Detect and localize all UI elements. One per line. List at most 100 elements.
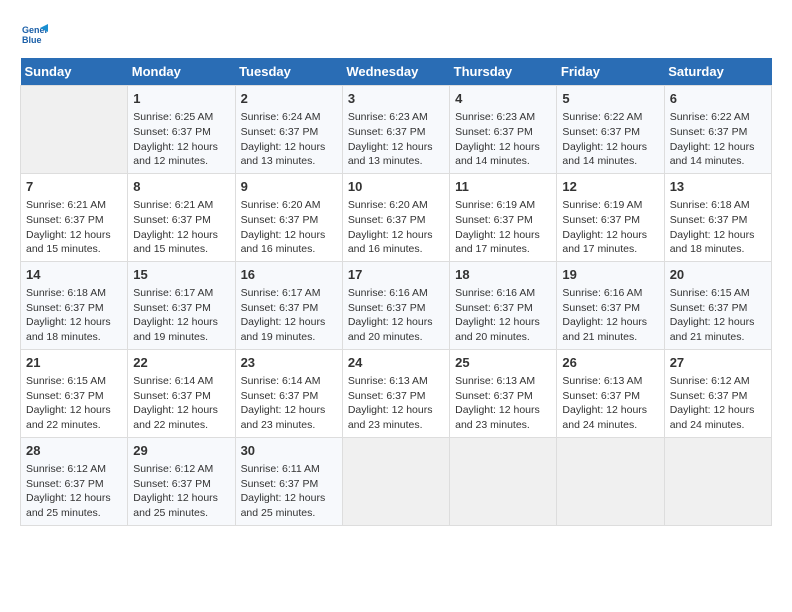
page-header: General Blue: [20, 20, 772, 48]
day-number: 7: [26, 178, 122, 196]
calendar-cell: 30 Sunrise: 6:11 AM Sunset: 6:37 PM Dayli…: [235, 437, 342, 525]
day-number: 22: [133, 354, 229, 372]
calendar-cell: 11Sunrise: 6:19 AM Sunset: 6:37 PM Dayli…: [450, 173, 557, 261]
calendar-cell: [450, 437, 557, 525]
day-number: 30: [241, 442, 337, 460]
header-saturday: Saturday: [664, 58, 771, 86]
day-detail: Sunrise: 6:23 AM Sunset: 6:37 PM Dayligh…: [348, 110, 444, 169]
day-number: 17: [348, 266, 444, 284]
day-number: 24: [348, 354, 444, 372]
day-detail: Sunrise: 6:21 AM Sunset: 6:37 PM Dayligh…: [26, 198, 122, 257]
calendar-cell: 2 Sunrise: 6:24 AM Sunset: 6:37 PM Daylig…: [235, 86, 342, 174]
day-number: 28: [26, 442, 122, 460]
day-number: 9: [241, 178, 337, 196]
day-number: 20: [670, 266, 766, 284]
day-detail: Sunrise: 6:18 AM Sunset: 6:37 PM Dayligh…: [26, 286, 122, 345]
calendar-table: SundayMondayTuesdayWednesdayThursdayFrid…: [20, 58, 772, 526]
day-detail: Sunrise: 6:14 AM Sunset: 6:37 PM Dayligh…: [241, 374, 337, 433]
day-number: 3: [348, 90, 444, 108]
week-row-1: 1 Sunrise: 6:25 AM Sunset: 6:37 PM Daylig…: [21, 86, 772, 174]
day-number: 29: [133, 442, 229, 460]
calendar-cell: 27 Sunrise: 6:12 AM Sunset: 6:37 PM Dayli…: [664, 349, 771, 437]
day-number: 4: [455, 90, 551, 108]
header-monday: Monday: [128, 58, 235, 86]
calendar-cell: 18 Sunrise: 6:16 AM Sunset: 6:37 PM Dayli…: [450, 261, 557, 349]
day-detail: Sunrise: 6:18 AM Sunset: 6:37 PM Dayligh…: [670, 198, 766, 257]
day-detail: Sunrise: 6:16 AM Sunset: 6:37 PM Dayligh…: [562, 286, 658, 345]
calendar-cell: 20 Sunrise: 6:15 AM Sunset: 6:37 PM Dayli…: [664, 261, 771, 349]
day-number: 21: [26, 354, 122, 372]
calendar-cell: 10Sunrise: 6:20 AM Sunset: 6:37 PM Dayli…: [342, 173, 449, 261]
calendar-cell: [557, 437, 664, 525]
day-detail: Sunrise: 6:12 AM Sunset: 6:37 PM Dayligh…: [670, 374, 766, 433]
day-detail: Sunrise: 6:13 AM Sunset: 6:37 PM Dayligh…: [455, 374, 551, 433]
day-number: 8: [133, 178, 229, 196]
calendar-cell: 9 Sunrise: 6:20 AM Sunset: 6:37 PM Daylig…: [235, 173, 342, 261]
calendar-cell: 24 Sunrise: 6:13 AM Sunset: 6:37 PM Dayli…: [342, 349, 449, 437]
week-row-3: 14Sunrise: 6:18 AM Sunset: 6:37 PM Dayli…: [21, 261, 772, 349]
day-number: 23: [241, 354, 337, 372]
calendar-cell: 4 Sunrise: 6:23 AM Sunset: 6:37 PM Daylig…: [450, 86, 557, 174]
day-detail: Sunrise: 6:12 AM Sunset: 6:37 PM Dayligh…: [133, 462, 229, 521]
day-detail: Sunrise: 6:16 AM Sunset: 6:37 PM Dayligh…: [455, 286, 551, 345]
day-number: 11: [455, 178, 551, 196]
day-number: 1: [133, 90, 229, 108]
day-number: 25: [455, 354, 551, 372]
week-row-4: 21 Sunrise: 6:15 AM Sunset: 6:37 PM Dayli…: [21, 349, 772, 437]
day-detail: Sunrise: 6:11 AM Sunset: 6:37 PM Dayligh…: [241, 462, 337, 521]
calendar-cell: [664, 437, 771, 525]
day-number: 18: [455, 266, 551, 284]
logo: General Blue: [20, 20, 52, 48]
day-number: 6: [670, 90, 766, 108]
calendar-cell: 26Sunrise: 6:13 AM Sunset: 6:37 PM Dayli…: [557, 349, 664, 437]
calendar-cell: 8 Sunrise: 6:21 AM Sunset: 6:37 PM Daylig…: [128, 173, 235, 261]
calendar-cell: [342, 437, 449, 525]
calendar-cell: 15Sunrise: 6:17 AM Sunset: 6:37 PM Dayli…: [128, 261, 235, 349]
day-detail: Sunrise: 6:13 AM Sunset: 6:37 PM Dayligh…: [562, 374, 658, 433]
day-detail: Sunrise: 6:22 AM Sunset: 6:37 PM Dayligh…: [670, 110, 766, 169]
day-number: 10: [348, 178, 444, 196]
day-number: 19: [562, 266, 658, 284]
day-detail: Sunrise: 6:25 AM Sunset: 6:37 PM Dayligh…: [133, 110, 229, 169]
calendar-cell: 22 Sunrise: 6:14 AM Sunset: 6:37 PM Dayli…: [128, 349, 235, 437]
day-detail: Sunrise: 6:14 AM Sunset: 6:37 PM Dayligh…: [133, 374, 229, 433]
day-detail: Sunrise: 6:15 AM Sunset: 6:37 PM Dayligh…: [26, 374, 122, 433]
day-number: 13: [670, 178, 766, 196]
header-thursday: Thursday: [450, 58, 557, 86]
header-wednesday: Wednesday: [342, 58, 449, 86]
calendar-cell: 28Sunrise: 6:12 AM Sunset: 6:37 PM Dayli…: [21, 437, 128, 525]
header-sunday: Sunday: [21, 58, 128, 86]
day-detail: Sunrise: 6:15 AM Sunset: 6:37 PM Dayligh…: [670, 286, 766, 345]
day-detail: Sunrise: 6:22 AM Sunset: 6:37 PM Dayligh…: [562, 110, 658, 169]
svg-text:Blue: Blue: [22, 35, 42, 45]
week-row-5: 28 Sunrise: 6:12 AM Sunset: 6:37 PM Dayli…: [21, 437, 772, 525]
calendar-cell: 29 Sunrise: 6:12 AM Sunset: 6:37 PM Dayli…: [128, 437, 235, 525]
day-detail: Sunrise: 6:19 AM Sunset: 6:37 PM Dayligh…: [562, 198, 658, 257]
week-row-2: 7 Sunrise: 6:21 AM Sunset: 6:37 PM Daylig…: [21, 173, 772, 261]
calendar-cell: 25 Sunrise: 6:13 AM Sunset: 6:37 PM Dayli…: [450, 349, 557, 437]
calendar-cell: 23 Sunrise: 6:14 AM Sunset: 6:37 PM Dayli…: [235, 349, 342, 437]
calendar-cell: 19 Sunrise: 6:16 AM Sunset: 6:37 PM Dayli…: [557, 261, 664, 349]
header-friday: Friday: [557, 58, 664, 86]
calendar-cell: [21, 86, 128, 174]
day-number: 12: [562, 178, 658, 196]
calendar-cell: 5 Sunrise: 6:22 AM Sunset: 6:37 PM Daylig…: [557, 86, 664, 174]
day-detail: Sunrise: 6:16 AM Sunset: 6:37 PM Dayligh…: [348, 286, 444, 345]
calendar-cell: 16Sunrise: 6:17 AM Sunset: 6:37 PM Dayli…: [235, 261, 342, 349]
day-detail: Sunrise: 6:20 AM Sunset: 6:37 PM Dayligh…: [241, 198, 337, 257]
day-number: 5: [562, 90, 658, 108]
day-detail: Sunrise: 6:24 AM Sunset: 6:37 PM Dayligh…: [241, 110, 337, 169]
calendar-cell: 13 Sunrise: 6:18 AM Sunset: 6:37 PM Dayli…: [664, 173, 771, 261]
day-number: 27: [670, 354, 766, 372]
calendar-cell: 6 Sunrise: 6:22 AM Sunset: 6:37 PM Daylig…: [664, 86, 771, 174]
calendar-cell: 3 Sunrise: 6:23 AM Sunset: 6:37 PM Daylig…: [342, 86, 449, 174]
calendar-cell: 7 Sunrise: 6:21 AM Sunset: 6:37 PM Daylig…: [21, 173, 128, 261]
calendar-cell: 21 Sunrise: 6:15 AM Sunset: 6:37 PM Dayli…: [21, 349, 128, 437]
calendar-cell: 14Sunrise: 6:18 AM Sunset: 6:37 PM Dayli…: [21, 261, 128, 349]
day-detail: Sunrise: 6:13 AM Sunset: 6:37 PM Dayligh…: [348, 374, 444, 433]
day-number: 15: [133, 266, 229, 284]
day-detail: Sunrise: 6:21 AM Sunset: 6:37 PM Dayligh…: [133, 198, 229, 257]
day-detail: Sunrise: 6:23 AM Sunset: 6:37 PM Dayligh…: [455, 110, 551, 169]
day-detail: Sunrise: 6:17 AM Sunset: 6:37 PM Dayligh…: [241, 286, 337, 345]
day-number: 2: [241, 90, 337, 108]
